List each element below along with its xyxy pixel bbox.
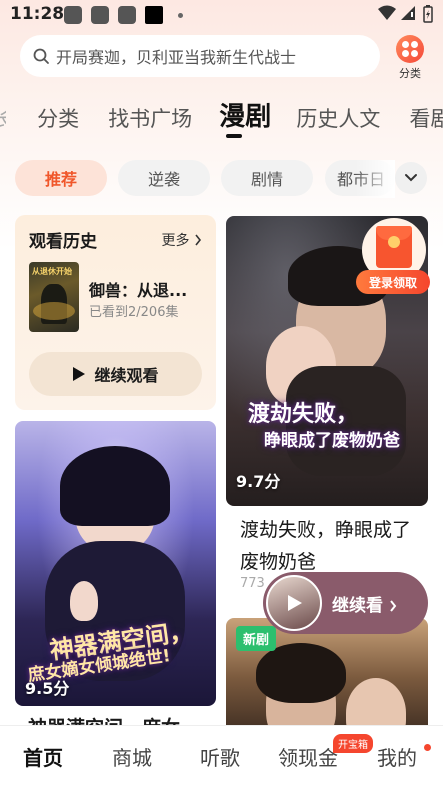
status-time: 11:28 [10,4,65,24]
sub-tab-fade [355,160,395,198]
floating-continue-button[interactable]: 继续看 [263,572,428,634]
nav-cash[interactable]: 领现金 [278,742,338,771]
search-input[interactable]: 开局赛迦，贝利亚当我新生代战士 [20,35,380,77]
wifi-icon [378,5,396,20]
tab-comic-drama[interactable]: 漫剧 [219,96,271,133]
nav-music[interactable]: 听歌 [200,742,240,771]
drama-meta: 773 [240,576,265,591]
new-drama-badge: 新剧 [236,626,277,651]
chevron-right-icon [195,234,202,246]
play-icon [288,595,302,611]
tab-history-culture[interactable]: 历史人文 [296,103,380,133]
history-more-link[interactable]: 更多 [162,230,202,250]
more-notifications-icon [178,13,183,18]
category-button[interactable]: 分类 [392,35,428,81]
search-icon [33,48,49,64]
history-item-title[interactable]: 御兽：从退... [89,277,187,301]
notification-app-icon [145,6,163,24]
drama-rating: 9.7分 [236,472,281,491]
notification-app-icon [64,6,82,24]
coin-icon [388,236,400,248]
category-label: 分类 [399,67,421,80]
active-tab-indicator [226,134,242,138]
tab-watch-drama[interactable]: 看剧 [409,103,443,133]
subtab-plot[interactable]: 剧情 [221,160,313,196]
floating-continue-label: 继续看 [332,591,397,616]
continue-watching-button[interactable]: 继续观看 [29,352,202,396]
history-cover-image[interactable]: 从退休开始 [29,262,79,332]
watch-history-card: 观看历史 更多 从退休开始 御兽：从退... 已看到2/206集 继续观看 [15,215,216,410]
tab-partial-left[interactable]: 长 [0,103,6,133]
cover-title-art: 从退休开始 [32,267,72,276]
continue-thumbnail [266,575,322,631]
chevron-down-icon [405,174,417,182]
battery-icon [423,5,433,23]
chevron-right-icon [390,599,397,612]
drama-rating: 9.5分 [25,679,70,698]
drama-card-poster[interactable]: 神器满空间， 庶女嫡女倾城绝世! 9.5分 [15,421,216,706]
history-title: 观看历史 [29,232,97,252]
notification-dot [424,744,431,751]
notification-app-icon [118,6,136,24]
login-reward-button[interactable]: 登录领取 [356,218,430,296]
nav-mall[interactable]: 商城 [112,742,152,771]
search-placeholder: 开局赛迦，贝利亚当我新生代战士 [56,48,297,67]
notification-app-icon [91,6,109,24]
treasure-box-badge: 开宝箱 [333,734,373,753]
history-item-progress: 已看到2/206集 [89,305,179,320]
subtab-comeback[interactable]: 逆袭 [118,160,210,196]
continue-watching-label: 继续观看 [94,366,159,385]
poster-calligraphy: 睁眼成了废物奶爸 [264,431,400,451]
expand-subtabs-button[interactable] [395,162,427,194]
category-grid-icon [396,35,424,63]
nav-mine[interactable]: 我的 [377,742,417,771]
poster-figure-hand [70,581,98,621]
nav-home[interactable]: 首页 [23,742,63,771]
subtab-recommend[interactable]: 推荐 [15,160,107,196]
bottom-navigation: 首页 商城 听歌 领现金 开宝箱 我的 [0,725,443,787]
login-reward-label: 登录领取 [356,270,430,294]
tab-category[interactable]: 分类 [37,103,79,133]
main-tab-bar: 长 分类 找书广场 漫剧 历史人文 看剧 [0,96,443,136]
poster-figure-hair [256,643,346,703]
poster-figure-hair [60,446,170,526]
history-more-label: 更多 [161,233,190,249]
signal-icon [401,6,415,20]
status-bar: 11:28 [0,0,443,32]
poster-calligraphy: 渡劫失败， [248,402,359,427]
drama-title: 渡劫失败，睁眼成了废物奶爸 [240,519,412,573]
play-icon [73,367,86,381]
tab-book-square[interactable]: 找书广场 [108,103,192,133]
